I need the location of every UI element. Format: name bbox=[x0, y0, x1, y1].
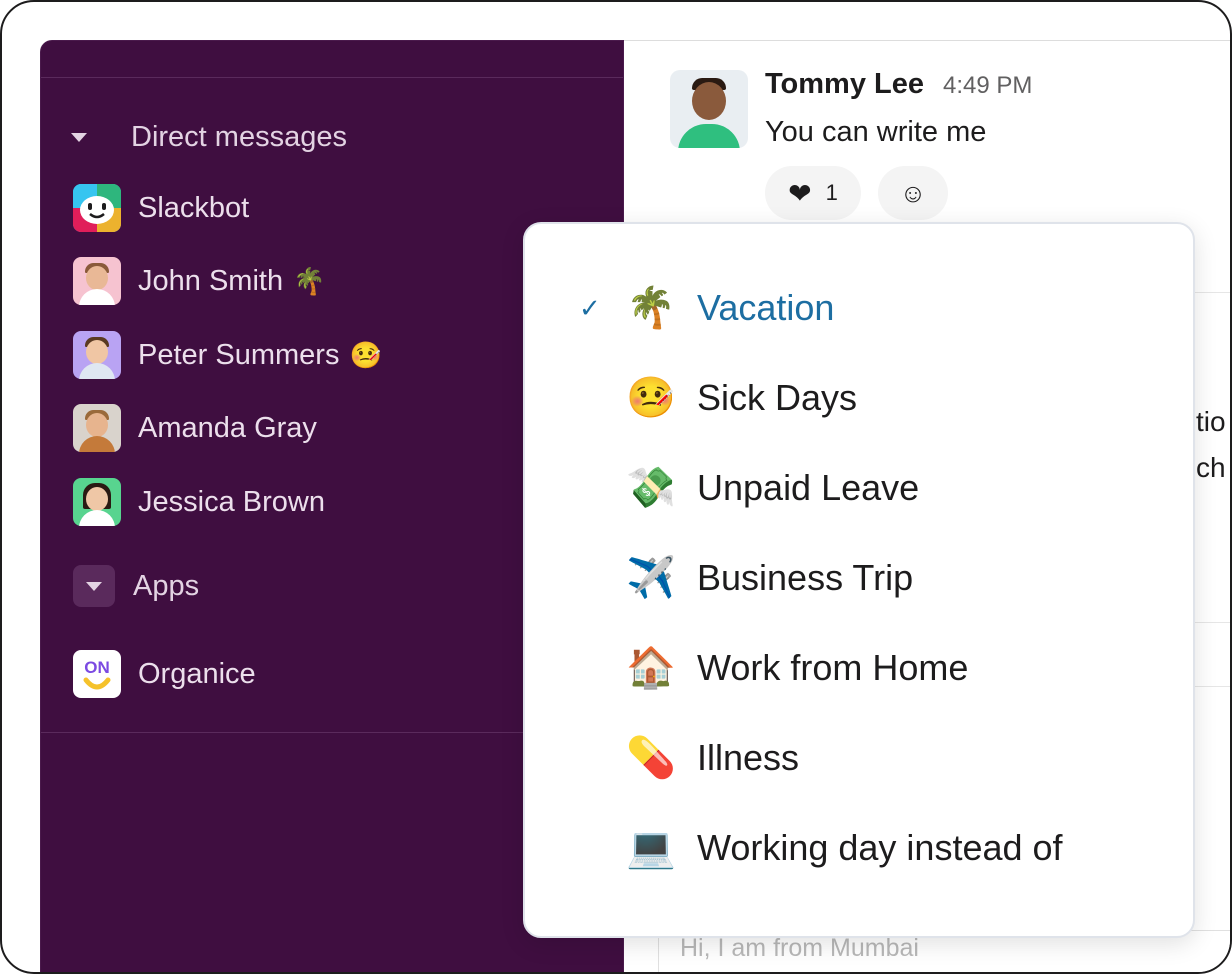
dropdown-option-label: Unpaid Leave bbox=[697, 467, 920, 508]
avatar bbox=[73, 257, 121, 305]
sick-face-icon: 🤒 bbox=[626, 376, 676, 420]
chevron-down-icon bbox=[71, 133, 87, 142]
divider bbox=[1192, 686, 1230, 687]
sidebar-item-label: Slackbot bbox=[138, 191, 250, 224]
chevron-down-icon bbox=[86, 581, 102, 591]
flying-money-icon: 💸 bbox=[626, 466, 676, 510]
avatar bbox=[73, 478, 121, 526]
sidebar-item-slackbot[interactable]: Slackbot bbox=[73, 183, 249, 233]
dropdown-option-business-trip[interactable]: ✈️ Business Trip bbox=[525, 546, 1193, 610]
sick-face-icon: 🤒 bbox=[349, 339, 382, 370]
palm-tree-icon: 🌴 bbox=[626, 286, 676, 330]
sidebar-item-label: Peter Summers bbox=[138, 338, 340, 371]
dropdown-option-label: Working day instead of bbox=[697, 827, 1063, 868]
sidebar-item-label: Jessica Brown bbox=[138, 485, 325, 518]
sidebar-item-label: Organice bbox=[138, 657, 256, 690]
reaction-heart-button[interactable]: ❤ 1 bbox=[765, 166, 861, 220]
apps-label: Apps bbox=[133, 569, 200, 602]
dropdown-option-label: Sick Days bbox=[697, 377, 858, 418]
direct-messages-header[interactable]: Direct messages bbox=[71, 121, 347, 154]
airplane-icon: ✈️ bbox=[626, 556, 676, 600]
add-reaction-icon: ☺ bbox=[899, 177, 927, 208]
dropdown-option-unpaid-leave[interactable]: 💸 Unpaid Leave bbox=[525, 456, 1193, 520]
dropdown-option-vacation[interactable]: ✓ 🌴 Vacation bbox=[525, 276, 1193, 340]
reaction-count: 1 bbox=[825, 180, 838, 205]
pill-icon: 💊 bbox=[626, 736, 676, 780]
apps-header[interactable]: Apps bbox=[73, 565, 199, 607]
heart-icon: ❤ bbox=[788, 177, 812, 209]
message-author-avatar[interactable] bbox=[670, 70, 748, 148]
direct-messages-label: Direct messages bbox=[131, 121, 347, 153]
dropdown-option-label: Illness bbox=[697, 737, 800, 778]
apps-toggle[interactable] bbox=[73, 565, 115, 607]
dropdown-option-label: Work from Home bbox=[697, 647, 969, 688]
add-reaction-button[interactable]: ☺ bbox=[878, 166, 948, 220]
avatar bbox=[73, 331, 121, 379]
sidebar-item-organice[interactable]: ON Organice bbox=[73, 649, 256, 699]
sidebar-item-label: John Smith bbox=[138, 264, 284, 297]
sidebar-item-label: Amanda Gray bbox=[138, 411, 317, 444]
dropdown-option-working-day-instead-of[interactable]: 💻 Working day instead of bbox=[525, 816, 1193, 880]
message-author-name[interactable]: Tommy Lee bbox=[765, 68, 924, 101]
palm-tree-icon: 🌴 bbox=[293, 265, 326, 296]
background-text: ch bbox=[1196, 452, 1226, 483]
divider bbox=[1192, 292, 1230, 293]
sidebar-item-jessica-brown[interactable]: Jessica Brown bbox=[73, 477, 325, 527]
divider bbox=[1192, 622, 1230, 623]
slackbot-avatar bbox=[73, 184, 121, 232]
message-text: You can write me bbox=[765, 116, 987, 148]
laptop-icon: 💻 bbox=[626, 826, 676, 870]
app-frame: Direct messages Slackbot John Smith 🌴 Pe… bbox=[0, 0, 1232, 974]
dropdown-option-work-from-home[interactable]: 🏠 Work from Home bbox=[525, 636, 1193, 700]
sidebar-item-john-smith[interactable]: John Smith 🌴 bbox=[73, 256, 325, 306]
house-icon: 🏠 bbox=[626, 646, 676, 690]
leave-type-dropdown: ✓ 🌴 Vacation 🤒 Sick Days 💸 Unpaid Leave … bbox=[523, 222, 1195, 938]
svg-text:ON: ON bbox=[84, 658, 110, 677]
organice-logo-icon: ON bbox=[73, 650, 121, 698]
dropdown-option-label: Vacation bbox=[697, 287, 835, 328]
dropdown-option-label: Business Trip bbox=[697, 557, 914, 598]
avatar bbox=[73, 404, 121, 452]
background-text: tio bbox=[1196, 406, 1226, 437]
sidebar-item-amanda-gray[interactable]: Amanda Gray bbox=[73, 403, 317, 453]
checkmark-icon: ✓ bbox=[579, 292, 601, 323]
sidebar-item-peter-summers[interactable]: Peter Summers 🤒 bbox=[73, 330, 382, 380]
dropdown-option-illness[interactable]: 💊 Illness bbox=[525, 726, 1193, 790]
sidebar-top-divider bbox=[41, 77, 623, 78]
dropdown-option-sick-days[interactable]: 🤒 Sick Days bbox=[525, 366, 1193, 430]
message-timestamp[interactable]: 4:49 PM bbox=[943, 72, 1032, 100]
message-input-text: Hi, I am from Mumbai bbox=[680, 934, 919, 962]
